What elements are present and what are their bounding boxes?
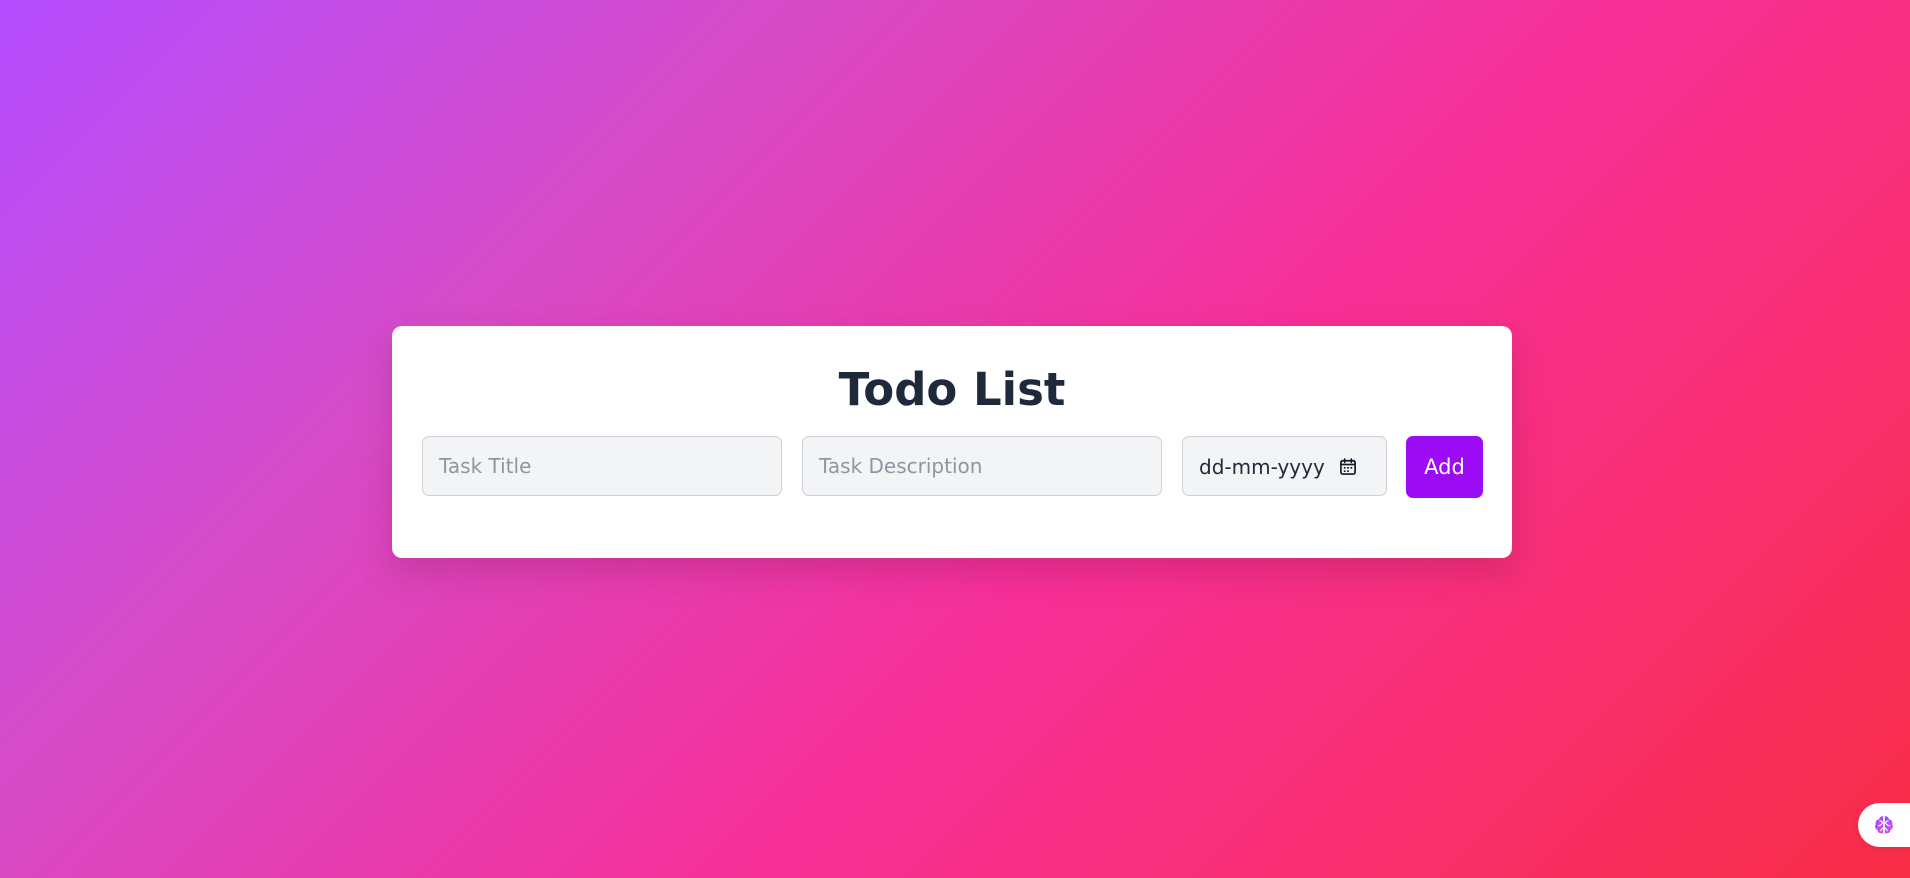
assistant-launcher[interactable]	[1858, 803, 1910, 847]
calendar-icon[interactable]	[1338, 457, 1358, 477]
brain-icon	[1875, 816, 1893, 834]
add-task-button[interactable]: Add	[1406, 436, 1483, 498]
todo-card: Todo List dd-mm-yyyy Add	[392, 326, 1512, 558]
task-date-input[interactable]: dd-mm-yyyy	[1182, 436, 1387, 496]
task-description-input[interactable]	[802, 436, 1162, 496]
date-placeholder: dd-mm-yyyy	[1199, 455, 1325, 479]
page-title: Todo List	[838, 363, 1066, 416]
task-title-input[interactable]	[422, 436, 782, 496]
